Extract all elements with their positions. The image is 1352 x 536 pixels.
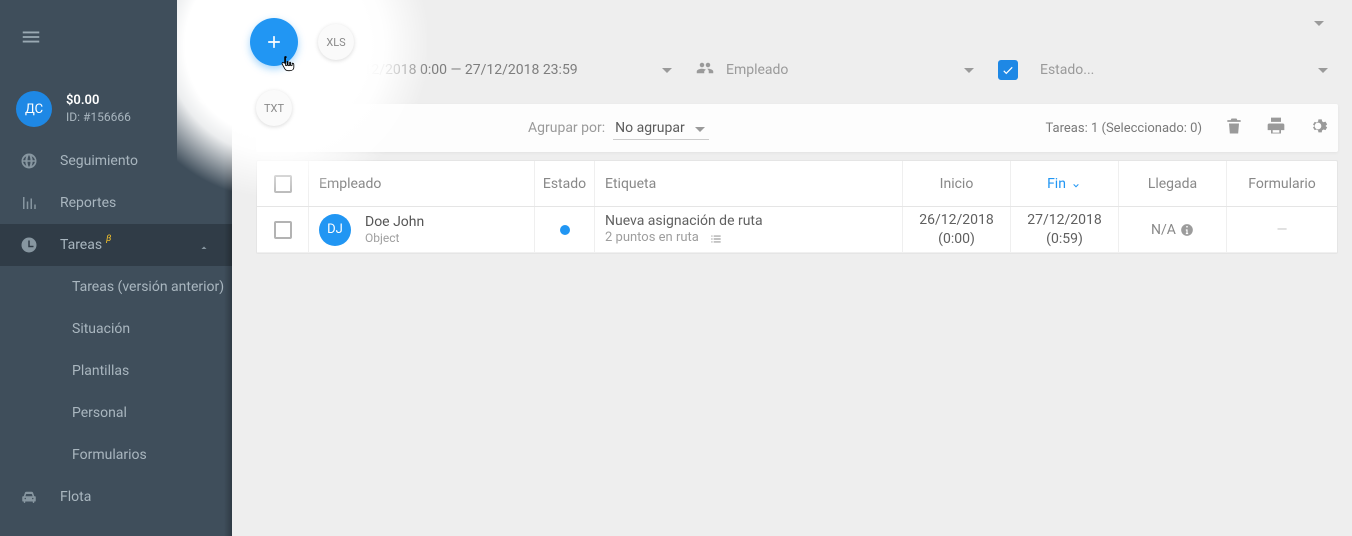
account-texts: $0.00 ID: #156666 [66, 93, 131, 125]
header-inicio[interactable]: Inicio [903, 161, 1011, 206]
filter-row: 26/12/2018 0:00 — 27/12/2018 23:59 Emple… [232, 46, 1352, 94]
chevron-down-icon [964, 68, 974, 73]
row-status [535, 207, 595, 252]
sidebar-item-label: Tareas [60, 237, 102, 253]
search-input[interactable] [312, 120, 502, 136]
row-inicio: 26/12/2018 (0:00) [903, 207, 1011, 252]
chart-icon [20, 194, 38, 212]
sidebar-item-seguimiento[interactable]: Seguimiento [0, 140, 232, 182]
info-icon[interactable] [1180, 223, 1194, 237]
sidebar-item-label: Flota [60, 489, 91, 505]
list-icon [709, 232, 723, 246]
row-fin: 27/12/2018 (0:59) [1011, 207, 1119, 252]
sidebar-item-tareas[interactable]: Tareas β [0, 224, 232, 266]
account-selector[interactable]: ДС $0.00 ID: #156666 [0, 78, 232, 140]
globe-icon [20, 152, 38, 170]
employee-placeholder: Empleado [726, 62, 952, 78]
toolbar-row: Agrupar por: No agrupar Tareas: 1 (Selec… [256, 104, 1338, 152]
form-value: — [1277, 222, 1288, 238]
employee-filter[interactable]: Empleado [696, 59, 974, 81]
sidebar-sub-formularios[interactable]: Formularios [0, 434, 232, 476]
employee-name: Doe John [365, 214, 424, 231]
sidebar-item-reportes[interactable]: Reportes [0, 182, 232, 224]
tag-title: Nueva asignación de ruta [605, 212, 763, 230]
task-count-text: Tareas: 1 (Seleccionado: 0) [1046, 121, 1202, 136]
llegada-value: N/A [1151, 222, 1176, 238]
calendar-icon [312, 59, 330, 81]
sidebar-sub-personal[interactable]: Personal [0, 392, 232, 434]
status-placeholder: Estado... [1040, 62, 1306, 78]
group-by-label: Agrupar por: [528, 120, 605, 136]
header-etiqueta[interactable]: Etiqueta [595, 161, 903, 206]
table-header: Empleado Estado Etiqueta Inicio Fin Lleg… [257, 161, 1337, 207]
sidebar-item-label: Seguimiento [60, 153, 138, 169]
checkbox[interactable] [274, 175, 292, 193]
account-id: ID: #156666 [66, 110, 131, 126]
chevron-up-icon [198, 242, 210, 258]
main: la 26/12/2018 0:00 — 27/12/2018 23:59 Em… [232, 0, 1352, 536]
fin-time: (0:59) [1046, 230, 1083, 248]
status-dot-icon [560, 225, 570, 235]
row-llegada: N/A [1119, 207, 1227, 252]
row-checkbox-cell[interactable] [257, 207, 309, 252]
print-icon[interactable] [1266, 116, 1286, 140]
sidebar-sub-plantillas[interactable]: Plantillas [0, 350, 232, 392]
header-formulario[interactable]: Formulario [1227, 161, 1337, 206]
table-row[interactable]: DJ Doe John Object Nueva asignación de r… [257, 207, 1337, 253]
header-fin[interactable]: Fin [1011, 161, 1119, 206]
gear-icon[interactable] [1308, 116, 1328, 140]
fin-date: 27/12/2018 [1027, 211, 1102, 229]
inicio-time: (0:00) [938, 230, 975, 248]
date-range-filter[interactable]: 26/12/2018 0:00 — 27/12/2018 23:59 [312, 59, 672, 81]
chevron-down-icon [1318, 68, 1328, 73]
export-txt-button[interactable]: TXT [256, 90, 292, 126]
sidebar: ДС $0.00 ID: #156666 Seguimiento Reporte… [0, 0, 232, 536]
delete-icon[interactable] [1224, 116, 1244, 140]
people-icon [696, 59, 714, 81]
beta-badge: β [106, 234, 111, 244]
sidebar-sub-situacion[interactable]: Situación [0, 308, 232, 350]
header-fin-label: Fin [1047, 176, 1066, 192]
header-llegada[interactable]: Llegada [1119, 161, 1227, 206]
sidebar-item-flota[interactable]: Flota [0, 476, 232, 518]
header-checkbox-cell[interactable] [257, 161, 309, 206]
group-by-select[interactable]: No agrupar [613, 117, 709, 140]
employee-avatar: DJ [319, 214, 351, 246]
header-empleado[interactable]: Empleado [309, 161, 535, 206]
row-formulario: — [1227, 207, 1337, 252]
sidebar-item-label: Reportes [60, 195, 116, 211]
chevron-down-icon [198, 100, 208, 105]
chevron-down-icon [695, 127, 705, 132]
clock-icon [20, 236, 38, 254]
row-empleado: DJ Doe John Object [309, 207, 535, 252]
chevron-down-icon [662, 68, 672, 73]
sidebar-sub-tareas-old[interactable]: Tareas (versión anterior) [0, 266, 232, 308]
car-icon [20, 488, 38, 506]
sidebar-top [0, 0, 232, 78]
inicio-date: 26/12/2018 [919, 211, 994, 229]
status-filter[interactable]: Estado... [998, 60, 1328, 80]
add-task-button[interactable] [250, 18, 298, 66]
header-estado[interactable]: Estado [535, 161, 595, 206]
arrow-down-icon [1070, 178, 1082, 190]
avatar: ДС [16, 91, 52, 127]
group-by-value: No agrupar [615, 120, 685, 136]
tag-subtitle: 2 puntos en ruta [605, 230, 699, 247]
account-balance: $0.00 [66, 93, 131, 110]
chevron-down-icon[interactable] [1314, 21, 1324, 26]
date-range-text: 26/12/2018 0:00 — 27/12/2018 23:59 [342, 62, 650, 78]
menu-icon[interactable] [20, 26, 42, 52]
export-xls-button[interactable]: XLS [318, 24, 354, 60]
task-table: Empleado Estado Etiqueta Inicio Fin Lleg… [256, 160, 1338, 254]
header-row: la [232, 0, 1352, 46]
row-etiqueta: Nueva asignación de ruta 2 puntos en rut… [595, 207, 903, 252]
status-checkbox[interactable] [998, 60, 1018, 80]
checkbox[interactable] [274, 221, 292, 239]
employee-object: Object [365, 231, 424, 245]
